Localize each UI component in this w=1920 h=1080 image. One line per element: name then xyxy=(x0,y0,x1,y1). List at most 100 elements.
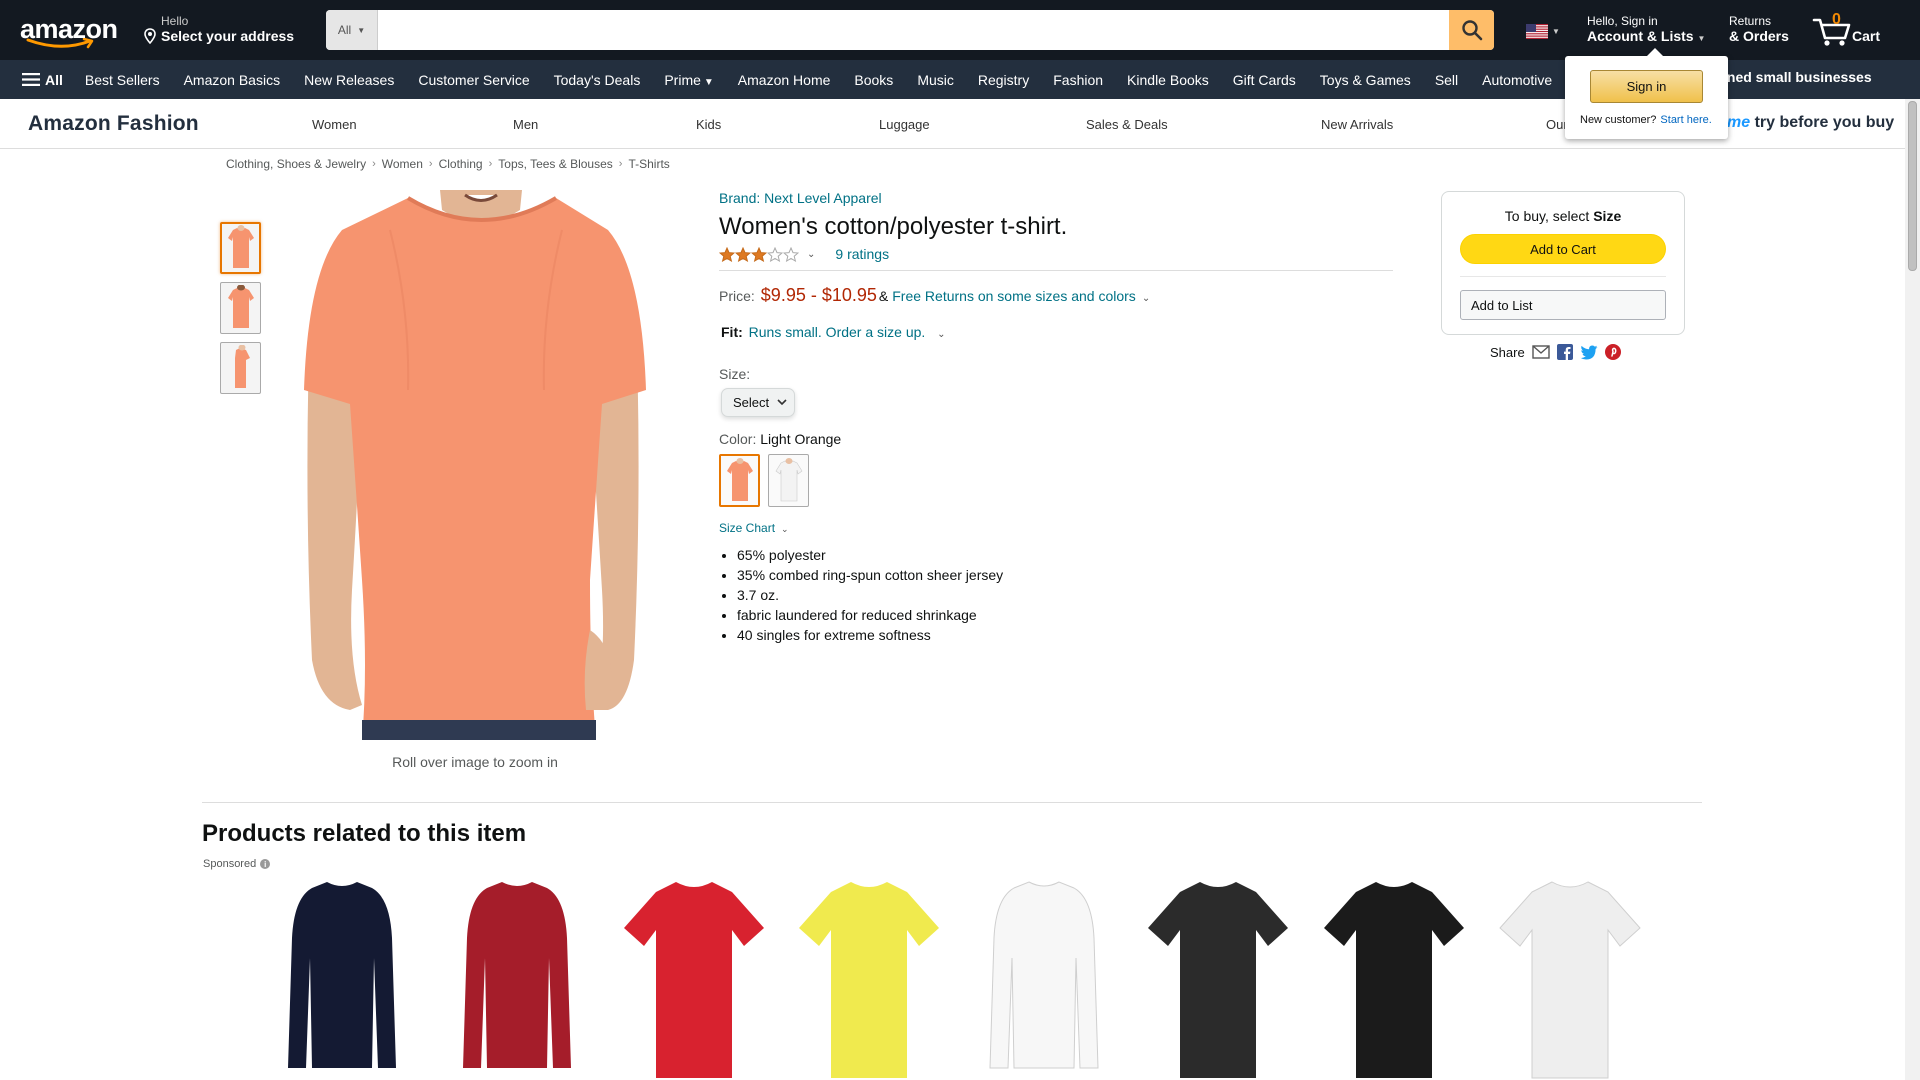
fit-value-link[interactable]: Runs small. Order a size up. xyxy=(749,324,926,340)
search-icon xyxy=(1461,20,1482,41)
nav-item-registry[interactable]: Registry xyxy=(966,72,1041,88)
fit-row: Fit: Runs small. Order a size up. ⌄ xyxy=(721,324,1393,340)
language-selector[interactable]: ▼ xyxy=(1526,24,1560,39)
search-category-dropdown[interactable]: All ▼ xyxy=(326,10,378,50)
nav-item-todays-deals[interactable]: Today's Deals xyxy=(542,72,653,88)
caret-down-icon: ▼ xyxy=(357,25,366,35)
search-input[interactable] xyxy=(378,10,1449,50)
thumbnail-side[interactable] xyxy=(220,342,261,394)
chevron-right-icon: › xyxy=(618,158,623,170)
hamburger-icon xyxy=(22,73,40,86)
chevron-down-icon[interactable]: ⌄ xyxy=(937,329,945,340)
nav-item-amazon-basics[interactable]: Amazon Basics xyxy=(172,72,292,88)
subnav-sales-deals[interactable]: Sales & Deals xyxy=(1086,117,1168,132)
facebook-icon[interactable] xyxy=(1556,344,1573,360)
nav-item-gift-cards[interactable]: Gift Cards xyxy=(1221,72,1308,88)
tshirt-model-image xyxy=(304,190,646,740)
list-item: 65% polyester xyxy=(737,545,1393,565)
nav-item-fashion[interactable]: Fashion xyxy=(1041,72,1115,88)
all-menu-button[interactable]: All xyxy=(12,72,73,88)
related-product-red-vneck-tee[interactable] xyxy=(614,878,774,1080)
swatch-white[interactable] xyxy=(768,454,809,507)
twitter-icon[interactable] xyxy=(1580,345,1598,360)
search-button[interactable] xyxy=(1449,10,1494,50)
share-row: Share xyxy=(1490,344,1621,360)
tshirt-swatch-image xyxy=(726,457,753,501)
free-returns-link[interactable]: Free Returns on some sizes and colors xyxy=(892,288,1136,304)
deliver-to-address[interactable]: Hello Select your address xyxy=(142,14,294,44)
divider xyxy=(1460,276,1666,277)
amazon-logo[interactable]: amazon xyxy=(20,12,120,49)
price-row: Price: $9.95 - $10.95 & Free Returns on … xyxy=(719,285,1393,306)
product-thumbnail-image xyxy=(1148,882,1288,1078)
color-label: Color: xyxy=(719,431,757,447)
amazon-fashion-logo[interactable]: Amazon Fashion xyxy=(28,112,199,136)
nav-item-music[interactable]: Music xyxy=(905,72,966,88)
nav-item-sell[interactable]: Sell xyxy=(1423,72,1470,88)
start-here-link[interactable]: Start here. xyxy=(1660,114,1711,126)
nav-item-prime[interactable]: Prime ▼ xyxy=(652,72,725,88)
subnav-luggage[interactable]: Luggage xyxy=(879,117,930,132)
related-product-black-vneck-tee[interactable] xyxy=(1138,878,1298,1080)
nav-item-best-sellers[interactable]: Best Sellers xyxy=(73,72,172,88)
subnav-kids[interactable]: Kids xyxy=(696,117,721,132)
add-to-list-button[interactable]: Add to List xyxy=(1460,290,1666,320)
related-products-title: Products related to this item xyxy=(202,820,527,847)
swatch-light-orange[interactable] xyxy=(719,454,760,507)
buy-box: To buy, select Size Add to Cart Add to L… xyxy=(1441,191,1685,335)
signin-button[interactable]: Sign in xyxy=(1590,70,1703,103)
brand-link[interactable]: Brand: Next Level Apparel xyxy=(719,190,882,206)
product-thumbnail-image xyxy=(624,882,764,1078)
small-business-promo[interactable]: wned small businesses xyxy=(1716,69,1872,85)
subnav-women[interactable]: Women xyxy=(312,117,357,132)
nav-item-new-releases[interactable]: New Releases xyxy=(292,72,406,88)
nav-item-toys-games[interactable]: Toys & Games xyxy=(1308,72,1423,88)
related-product-yellow-tee[interactable] xyxy=(789,878,949,1080)
zoom-hint: Roll over image to zoom in xyxy=(392,754,558,770)
info-icon[interactable]: i xyxy=(260,859,271,869)
add-to-cart-button[interactable]: Add to Cart xyxy=(1460,234,1666,264)
thumbnail-back[interactable] xyxy=(220,282,261,334)
email-icon[interactable] xyxy=(1532,345,1550,359)
size-dropdown[interactable]: Select xyxy=(721,388,795,417)
search-category-label: All xyxy=(337,23,352,37)
breadcrumb-item[interactable]: Clothing, Shoes & Jewelry xyxy=(226,157,366,171)
related-product-black-graphic-tee[interactable] xyxy=(1314,878,1474,1080)
ratings-link[interactable]: 9 ratings xyxy=(835,246,889,262)
related-product-white-long-sleeve-tee[interactable] xyxy=(964,878,1124,1080)
breadcrumb-item[interactable]: T-Shirts xyxy=(628,157,669,171)
subnav-men[interactable]: Men xyxy=(513,117,538,132)
cart-link[interactable]: 0 Cart xyxy=(1812,10,1902,50)
nav-item-kindle-books[interactable]: Kindle Books xyxy=(1115,72,1221,88)
chevron-right-icon: › xyxy=(372,158,376,170)
related-product-navy-zip-collar-top[interactable] xyxy=(262,878,422,1080)
size-chart-link[interactable]: Size Chart ⌄ xyxy=(719,521,1393,535)
page-scrollbar[interactable] xyxy=(1905,99,1920,1080)
nav-item-books[interactable]: Books xyxy=(842,72,905,88)
product-title: Women's cotton/polyester t-shirt. xyxy=(719,213,1068,240)
sponsored-label: Sponsored i xyxy=(203,858,271,870)
product-main-image[interactable] xyxy=(290,190,660,740)
product-thumbnail-image xyxy=(799,882,939,1078)
star-rating[interactable] xyxy=(719,246,799,262)
nav-item-customer-service[interactable]: Customer Service xyxy=(406,72,541,88)
returns-orders-link[interactable]: Returns & Orders xyxy=(1729,14,1789,44)
caret-down-icon: ▼ xyxy=(703,76,714,88)
scrollbar-thumb[interactable] xyxy=(1908,101,1917,271)
related-product-white-graphic-tee[interactable] xyxy=(1490,878,1650,1080)
chevron-down-icon[interactable]: ⌄ xyxy=(807,249,815,260)
related-product-red-long-sleeve-tee[interactable] xyxy=(437,878,597,1080)
breadcrumb-item[interactable]: Clothing xyxy=(439,157,483,171)
new-customer-text: New customer? Start here. xyxy=(1580,114,1712,126)
prime-try-before-you-buy[interactable]: me try before you buy xyxy=(1727,114,1894,132)
account-menu[interactable]: Hello, Sign in Account & Lists ▼ xyxy=(1587,14,1705,44)
rating-row: ⌄ 9 ratings xyxy=(719,244,1393,271)
breadcrumb-item[interactable]: Women xyxy=(382,157,423,171)
nav-item-automotive[interactable]: Automotive xyxy=(1470,72,1564,88)
subnav-new-arrivals[interactable]: New Arrivals xyxy=(1321,117,1393,132)
nav-item-amazon-home[interactable]: Amazon Home xyxy=(726,72,843,88)
chevron-down-icon[interactable]: ⌄ xyxy=(1142,293,1150,304)
thumbnail-front[interactable] xyxy=(220,222,261,274)
pinterest-icon[interactable] xyxy=(1604,344,1621,360)
breadcrumb-item[interactable]: Tops, Tees & Blouses xyxy=(498,157,613,171)
